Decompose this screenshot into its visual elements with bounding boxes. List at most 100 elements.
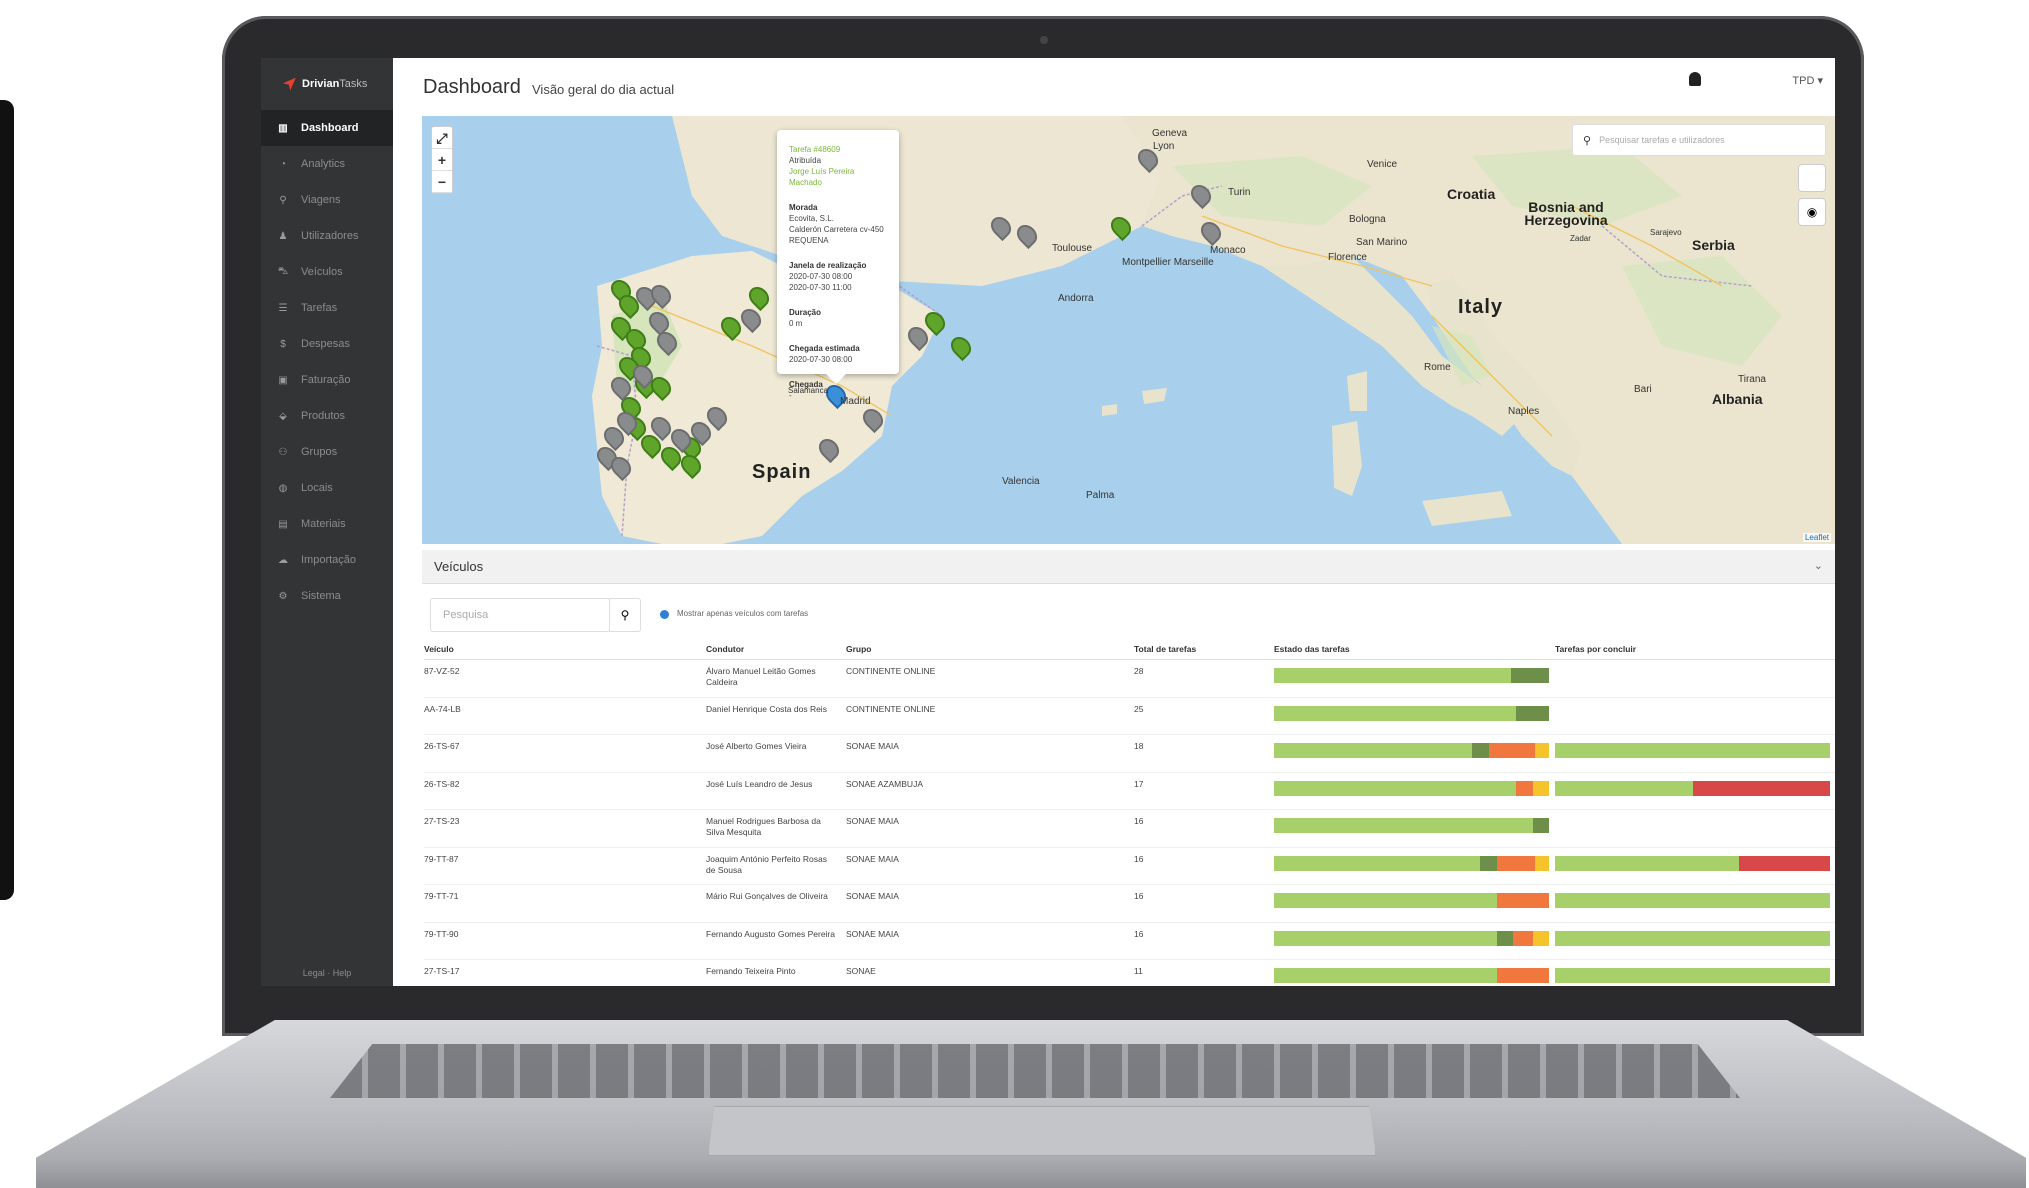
fullscreen-icon[interactable]: ⤢ — [432, 127, 452, 149]
bar-segment-done — [1274, 855, 1481, 871]
sidebar-item-sistema[interactable]: ⚙ Sistema — [261, 578, 393, 614]
layers-icon[interactable] — [1798, 164, 1826, 192]
map-search-input[interactable]: ⚲ Pesquisar tarefas e utilizadores — [1572, 124, 1826, 156]
table-row[interactable]: 26-TS-67 José Alberto Gomes Vieira SONAE M… — [424, 735, 1835, 773]
table-row[interactable]: 27-TS-17 Fernando Teixeira Pinto SONAE 11 — [424, 960, 1835, 986]
vehicle-search-input[interactable]: Pesquisa — [430, 598, 610, 632]
col-task-state[interactable]: Estado das tarefas — [1274, 644, 1524, 655]
map-view[interactable]: ⤢ + − Spain Italy Croatia Bosnia and Her… — [422, 116, 1835, 544]
bar-segment-done — [1555, 780, 1693, 796]
bar-segment-yellow — [1532, 780, 1549, 796]
map-zoom-controls: ⤢ + − — [431, 126, 453, 194]
popup-task-id[interactable]: Tarefa #48609 — [789, 144, 887, 155]
col-vehicle[interactable]: Veículo — [424, 644, 624, 655]
eye-icon[interactable]: ◉ — [1798, 198, 1826, 226]
col-pending[interactable]: Tarefas por concluir — [1555, 644, 1825, 655]
laptop-base-lip — [36, 1160, 2026, 1188]
sidebar-item-grupos[interactable]: ⚇ Grupos — [261, 434, 393, 470]
vehicles-title: Veículos — [434, 559, 484, 574]
chevron-down-icon[interactable]: ⌄ — [1814, 559, 1823, 572]
map-label-andorra: Andorra — [1058, 293, 1094, 304]
bar-segment-dark — [1472, 743, 1489, 758]
page-subtitle: Visão geral do dia actual — [532, 82, 675, 97]
sidebar-item-produtos[interactable]: ⬙ Produtos — [261, 398, 393, 434]
sidebar-footer[interactable]: Legal · Help — [261, 968, 393, 978]
list-icon: ☰ — [278, 302, 288, 314]
table-row[interactable]: AA-74-LB Daniel Henrique Costa dos Reis CO… — [424, 698, 1835, 735]
table-row[interactable]: 79-TT-87 Joaquim António Perfeito Rosas d… — [424, 848, 1835, 885]
sidebar-item-faturacao[interactable]: ▣ Faturação — [261, 362, 393, 398]
driver-cell: Manuel Rodrigues Barbosa da Silva Mesqui… — [706, 816, 821, 837]
total-tasks-cell: 16 — [1134, 891, 1144, 901]
sidebar-item-viagens[interactable]: ⚲ Viagens — [261, 182, 393, 218]
gear-icon: ⚙ — [278, 590, 288, 602]
sidebar-item-label: Analytics — [301, 158, 346, 170]
bar-segment-dark — [1516, 705, 1549, 721]
map-label-san-marino: San Marino — [1356, 237, 1408, 248]
table-row[interactable]: 26-TS-82 José Luís Leandro de Jesus SONAE … — [424, 773, 1835, 810]
map-label-tirana: Tirana — [1738, 374, 1766, 385]
driver-cell: Joaquim António Perfeito Rosas de Sousa — [706, 853, 827, 875]
col-total[interactable]: Total de tarefas — [1134, 644, 1234, 655]
total-tasks-cell: 11 — [1134, 966, 1143, 976]
vehicle-cell: AA-74-LB — [424, 703, 461, 714]
bell-icon[interactable] — [1689, 72, 1701, 86]
sidebar: DrivianTasks ▥ Dashboard ◔ Analytics ⚲ Viagen… — [261, 58, 393, 986]
col-driver[interactable]: Condutor — [706, 644, 838, 655]
bar-segment-done — [1274, 818, 1533, 833]
map-label-serbia: Serbia — [1692, 237, 1735, 253]
task-state-bar — [1274, 780, 1549, 796]
user-menu[interactable]: TPD ▾ — [1792, 74, 1823, 87]
zoom-in-button[interactable]: + — [432, 149, 452, 171]
sidebar-item-tarefas[interactable]: ☰ Tarefas — [261, 290, 393, 326]
camera-icon — [1040, 36, 1048, 44]
sidebar-item-analytics[interactable]: ◔ Analytics — [261, 146, 393, 182]
bar-segment-done — [1274, 743, 1472, 758]
map-label-valencia: Valencia — [1002, 476, 1040, 487]
app-logo[interactable]: DrivianTasks — [261, 58, 393, 110]
driver-cell: Mário Rui Gonçalves de Oliveira — [706, 891, 828, 901]
map-label-italy: Italy — [1458, 296, 1504, 318]
group-cell: SONAE MAIA — [846, 741, 899, 751]
task-state-bar — [1274, 743, 1549, 758]
sidebar-item-label: Grupos — [301, 446, 338, 458]
popup-address: Ecovita, S.L. Calderón Carretera cv-450 … — [789, 214, 884, 245]
search-button[interactable]: ⚲ — [609, 598, 641, 632]
table-row[interactable]: 87-VZ-52 Álvaro Manuel Leitão Gomes Calde… — [424, 660, 1835, 698]
sidebar-item-label: Dashboard — [301, 122, 359, 134]
bar-segment-yellow — [1535, 855, 1549, 871]
device-edge — [0, 100, 14, 900]
vehicles-table: Veículo Condutor Grupo Total de tarefas … — [424, 638, 1835, 986]
vehicles-with-tasks-checkbox[interactable] — [660, 610, 669, 619]
map-label-albania: Albania — [1712, 391, 1763, 407]
sidebar-item-materiais[interactable]: ▤ Materiais — [261, 506, 393, 542]
table-row[interactable]: 27-TS-23 Manuel Rodrigues Barbosa da Silv… — [424, 810, 1835, 848]
map-attribution[interactable]: Leaflet — [1802, 533, 1831, 542]
bar-segment-done — [1555, 893, 1830, 908]
task-popup[interactable]: Tarefa #48609 Atribuída Jorge Luís Perei… — [777, 130, 899, 400]
map-label-turin: Turin — [1228, 187, 1251, 198]
sidebar-item-utilizadores[interactable]: ♟ Utilizadores — [261, 218, 393, 254]
sidebar-item-dashboard[interactable]: ▥ Dashboard — [261, 110, 393, 146]
bar-segment-dark — [1480, 855, 1497, 871]
vehicles-panel-header[interactable]: Veículos ⌄ — [422, 550, 1835, 584]
sidebar-item-veiculos[interactable]: ⛍ Veículos — [261, 254, 393, 290]
task-state-bar — [1274, 818, 1549, 833]
zoom-out-button[interactable]: − — [432, 171, 452, 193]
sidebar-item-locais[interactable]: ◍ Locais — [261, 470, 393, 506]
sidebar-item-despesas[interactable]: $ Despesas — [261, 326, 393, 362]
total-tasks-cell: 25 — [1134, 703, 1144, 714]
table-row[interactable]: 79-TT-71 Mário Rui Gonçalves de Oliveira S… — [424, 885, 1835, 923]
bar-segment-orange — [1496, 893, 1549, 908]
col-group[interactable]: Grupo — [846, 644, 1046, 655]
paper-plane-icon — [283, 77, 296, 91]
bar-segment-done — [1555, 743, 1830, 758]
popup-address-label: Morada — [789, 203, 818, 212]
vehicles-with-tasks-label: Mostrar apenas veículos com tarefas — [677, 609, 809, 618]
bar-segment-yellow — [1532, 930, 1549, 946]
popup-driver[interactable]: Jorge Luís Pereira Machado — [789, 166, 887, 188]
sidebar-item-importacao[interactable]: ☁ Importação — [261, 542, 393, 578]
bar-segment-red — [1692, 780, 1830, 796]
table-row[interactable]: 79-TT-90 Fernando Augusto Gomes Pereira SO… — [424, 923, 1835, 960]
pending-tasks-bar — [1555, 855, 1830, 871]
